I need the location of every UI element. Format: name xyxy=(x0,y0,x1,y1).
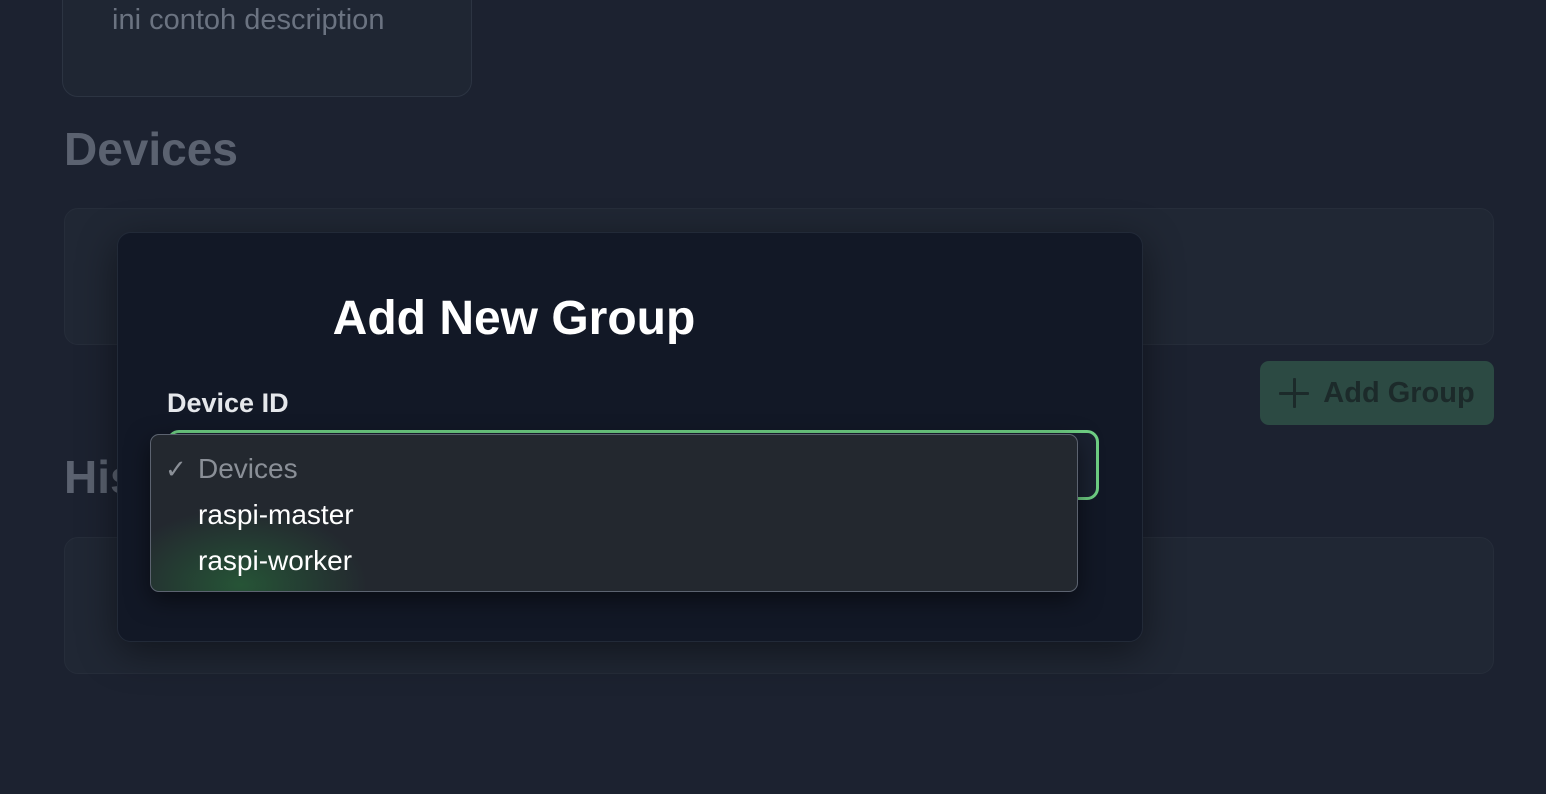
dropdown-option-label: raspi-master xyxy=(198,499,354,530)
add-group-button[interactable]: Add Group xyxy=(1260,361,1494,425)
dropdown-option-devices[interactable]: ✓ Devices xyxy=(151,446,1077,492)
dropdown-option-raspi-master[interactable]: raspi-master xyxy=(151,492,1077,538)
dropdown-option-raspi-worker[interactable]: raspi-worker xyxy=(151,538,1077,584)
devices-section-title: Devices xyxy=(64,123,238,175)
add-group-label: Add Group xyxy=(1323,376,1475,409)
modal-title-text: Add New Group xyxy=(332,292,696,345)
device-id-label: Device ID xyxy=(167,388,289,418)
modal-title: Add New Group xyxy=(118,291,1144,346)
plus-icon xyxy=(1279,378,1310,408)
device-id-dropdown-list: ✓ Devices raspi-master raspi-worker xyxy=(150,434,1078,592)
dropdown-option-label: Devices xyxy=(198,453,298,484)
description-text: ini contoh description xyxy=(112,4,385,36)
dropdown-option-label: raspi-worker xyxy=(198,545,353,576)
checkmark-icon: ✓ xyxy=(165,454,187,484)
